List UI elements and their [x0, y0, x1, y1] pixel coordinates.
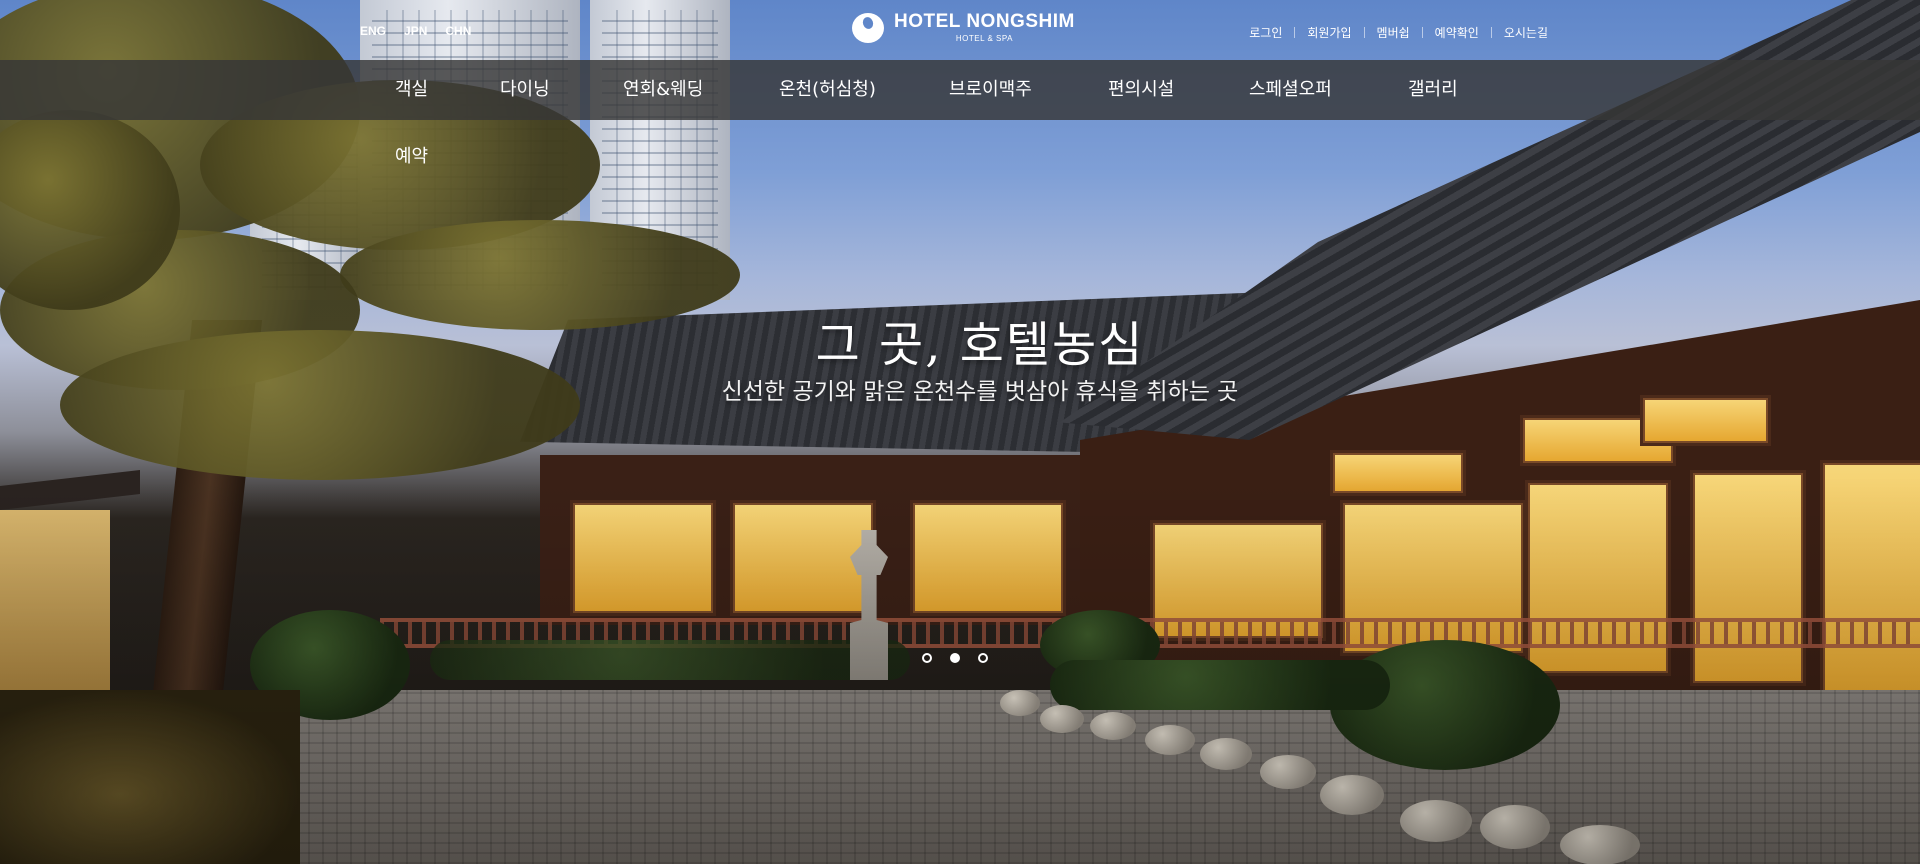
hotel-logo[interactable]: HOTEL NONGSHIM HOTEL & SPA — [852, 12, 1075, 43]
hero-subtitle-text: 신선한 공기와 맑은 온천수를 벗삼아 휴식을 취하는 곳 — [721, 379, 1239, 405]
nav-item-dining[interactable]: 다이닝 — [500, 60, 550, 120]
nav-item-hot-spring[interactable]: 온천(허심청) — [779, 60, 876, 120]
slider-pagination — [922, 653, 988, 663]
hero-title: 그 곳, 호텔농심 — [0, 305, 1920, 375]
slide-dot-3[interactable] — [978, 653, 988, 663]
language-selector: ENG JPN CHN — [360, 24, 471, 38]
lang-chn-link[interactable]: CHN — [445, 24, 471, 38]
slide-dot-2[interactable] — [950, 653, 960, 663]
nav-item-banquet-wedding[interactable]: 연회&웨딩 — [623, 60, 703, 120]
hero-image — [0, 0, 1920, 864]
main-nav: 객실 다이닝 연회&웨딩 온천(허심청) 브로이맥주 편의시설 스페셜오퍼 갤러… — [0, 60, 1920, 120]
nav-item-rooms[interactable]: 객실 — [395, 60, 428, 120]
slide-dot-1[interactable] — [922, 653, 932, 663]
logo-name: HOTEL NONGSHIM — [894, 11, 1075, 32]
nav-item-special-offer[interactable]: 스페셜오퍼 — [1249, 60, 1332, 120]
lang-eng-link[interactable]: ENG — [360, 24, 386, 38]
utility-menu: 로그인 회원가입 멤버쉽 예약확인 오시는길 — [1237, 24, 1560, 41]
nav-item-brewery[interactable]: 브로이맥주 — [949, 60, 1032, 120]
signup-link[interactable]: 회원가입 — [1295, 24, 1363, 41]
directions-link[interactable]: 오시는길 — [1492, 24, 1560, 41]
login-link[interactable]: 로그인 — [1237, 24, 1294, 41]
nav-item-gallery[interactable]: 갤러리 — [1408, 60, 1458, 120]
hero-title-text: 그 곳, 호텔농심 — [815, 317, 1145, 373]
logo-tagline: HOTEL & SPA — [955, 34, 1013, 43]
nav-item-reservation[interactable]: 예약 — [395, 142, 428, 168]
hero-subtitle: 신선한 공기와 맑은 온천수를 벗삼아 휴식을 취하는 곳 — [0, 372, 1920, 406]
membership-link[interactable]: 멤버쉽 — [1365, 24, 1422, 41]
reservation-check-link[interactable]: 예약확인 — [1423, 24, 1491, 41]
logo-icon — [852, 12, 884, 43]
nav-item-facilities[interactable]: 편의시설 — [1108, 60, 1174, 120]
lang-jpn-link[interactable]: JPN — [404, 24, 427, 38]
